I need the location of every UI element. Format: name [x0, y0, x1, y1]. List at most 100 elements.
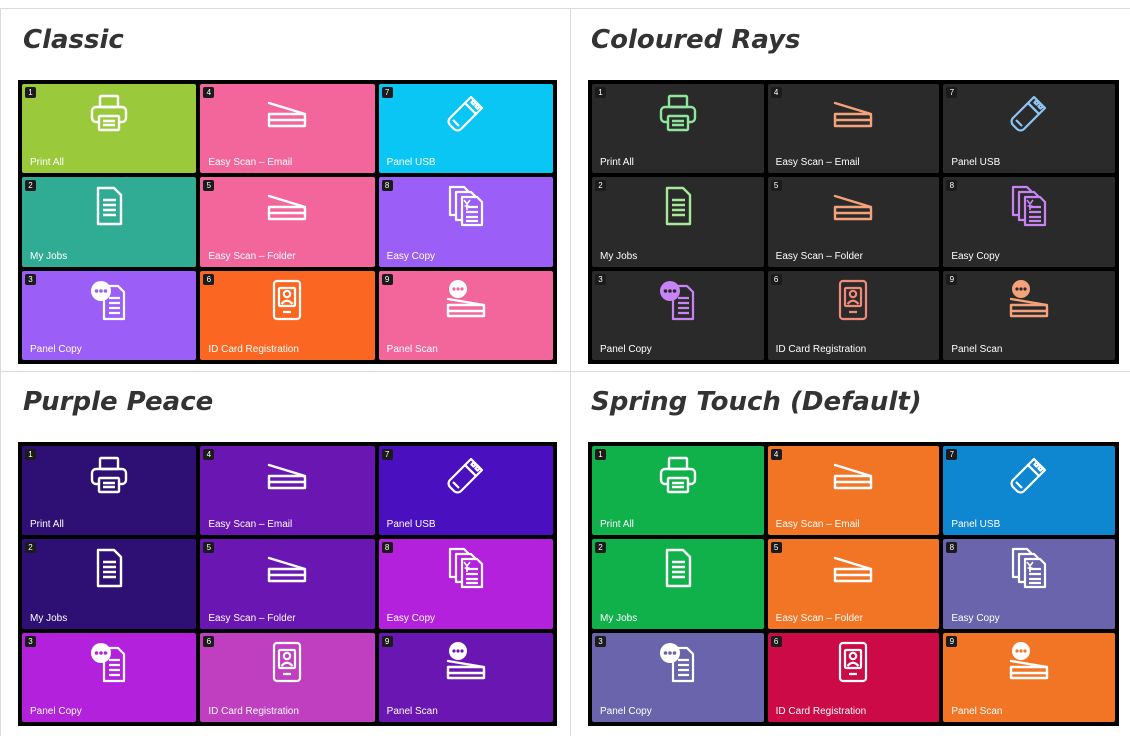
app-tile[interactable]: 2 My Jobs [592, 177, 764, 267]
tile-number-badge: 2 [595, 542, 606, 554]
tile-label: Print All [30, 519, 64, 531]
copy-icon [444, 184, 488, 228]
theme-title: Spring Touch (Default) [591, 387, 922, 417]
theme-cell: Spring Touch (Default) 1 Print All 2 My Job… [570, 371, 1130, 736]
tile-number-badge: 3 [595, 635, 606, 647]
tile-number-badge: 5 [203, 180, 215, 192]
app-tile[interactable]: 5 Easy Scan – Folder [767, 177, 940, 267]
theme-title: Classic [23, 25, 124, 55]
app-tile[interactable]: 2 My Jobs [22, 539, 197, 629]
tile-label: Panel Scan [386, 344, 438, 355]
document-icon [656, 546, 700, 590]
app-tile[interactable]: 9 Panel Scan [378, 632, 553, 722]
id-card-icon [831, 640, 875, 684]
tile-number-badge: 7 [946, 87, 958, 98]
app-tile[interactable]: 6 ID Card Registration [200, 270, 375, 360]
app-tile[interactable]: 9 Panel Scan [943, 270, 1115, 360]
copy-icon [1007, 184, 1051, 228]
scanner-icon [265, 91, 309, 135]
tile-panel: 1 Print All 2 My Jobs 3 Panel Copy 4 Easy Scan … [18, 442, 557, 726]
tile-panel: 1 Print All 2 My Jobs 3 Panel Copy 4 Easy Scan … [588, 80, 1119, 364]
theme-cell: Classic 1 Print All 2 My Jobs 3 Panel Copy 4 Ea… [0, 8, 571, 372]
printer-icon [87, 91, 131, 135]
app-tile[interactable]: 4 Easy Scan – Email [767, 446, 940, 536]
app-tile[interactable]: 7 Panel USB [378, 446, 553, 536]
tile-label: Easy Scan – Email [208, 519, 293, 531]
tile-label: Panel Copy [600, 706, 652, 717]
app-tile[interactable]: 3 Panel Copy [22, 632, 197, 722]
tile-label: Panel Copy [600, 344, 652, 355]
app-tile[interactable]: 9 Panel Scan [943, 632, 1115, 722]
document-icon [87, 546, 131, 590]
tile-label: Easy Copy [951, 250, 1000, 262]
app-tile[interactable]: 6 ID Card Registration [767, 632, 940, 722]
usb-icon [444, 453, 488, 497]
app-tile[interactable]: 8 Easy Copy [378, 177, 553, 267]
tile-label: Easy Scan – Folder [775, 612, 863, 624]
document-icon [656, 184, 700, 228]
tile-number-badge: 9 [946, 273, 958, 285]
tile-number-badge: 2 [25, 542, 36, 554]
app-tile[interactable]: 8 Easy Copy [943, 539, 1115, 629]
tile-label: Easy Copy [386, 612, 436, 624]
tile-number-badge: 2 [25, 180, 36, 192]
app-tile[interactable]: 3 Panel Copy [592, 270, 764, 360]
theme-title: Coloured Rays [591, 25, 801, 55]
tile-number-badge: 4 [770, 87, 782, 98]
app-tile[interactable]: 7 Panel USB [943, 84, 1115, 174]
tile-number-badge: 9 [381, 273, 393, 285]
app-tile[interactable]: 2 My Jobs [22, 177, 197, 267]
app-tile[interactable]: 8 Easy Copy [378, 539, 553, 629]
app-tile[interactable]: 1 Print All [22, 446, 197, 536]
app-tile[interactable]: 8 Easy Copy [943, 177, 1115, 267]
tile-label: Panel USB [951, 157, 1001, 169]
tile-label: My Jobs [600, 250, 638, 262]
app-tile[interactable]: 7 Panel USB [378, 84, 553, 174]
id-card-icon [265, 640, 309, 684]
app-tile[interactable]: 1 Print All [592, 446, 764, 536]
tile-number-badge: 1 [595, 449, 606, 460]
tile-number-badge: 7 [946, 449, 958, 460]
tile-label: ID Card Registration [775, 706, 867, 717]
app-tile[interactable]: 5 Easy Scan – Folder [200, 539, 375, 629]
chat-document-icon [87, 278, 131, 322]
theme-cell: Purple Peace 1 Print All 2 My Jobs 3 Panel Co… [0, 371, 571, 736]
app-tile[interactable]: 1 Print All [592, 84, 764, 174]
tile-number-badge: 6 [203, 635, 215, 647]
scanner-icon [831, 453, 875, 497]
app-tile[interactable]: 5 Easy Scan – Folder [200, 177, 375, 267]
usb-icon [444, 91, 488, 135]
app-tile[interactable]: 3 Panel Copy [592, 632, 764, 722]
app-tile[interactable]: 3 Panel Copy [22, 270, 197, 360]
app-tile[interactable]: 4 Easy Scan – Email [200, 84, 375, 174]
tile-label: Panel USB [951, 519, 1001, 531]
tile-number-badge: 9 [946, 635, 958, 647]
tile-number-badge: 5 [203, 542, 215, 554]
tile-number-badge: 8 [381, 180, 393, 192]
scanner-icon [265, 546, 309, 590]
tile-number-badge: 4 [770, 449, 782, 460]
theme-comparison-table: Classic 1 Print All 2 My Jobs 3 Panel Copy 4 Ea… [0, 0, 1130, 736]
app-tile[interactable]: 2 My Jobs [592, 539, 764, 629]
tile-number-badge: 1 [25, 449, 36, 460]
tile-label: Print All [30, 157, 64, 169]
app-tile[interactable]: 4 Easy Scan – Email [200, 446, 375, 536]
app-tile[interactable]: 7 Panel USB [943, 446, 1115, 536]
id-card-icon [831, 278, 875, 322]
tile-number-badge: 6 [203, 273, 215, 285]
tile-label: ID Card Registration [208, 706, 299, 717]
tile-label: Easy Scan – Folder [775, 250, 863, 262]
app-tile[interactable]: 4 Easy Scan – Email [767, 84, 940, 174]
usb-icon [1007, 91, 1051, 135]
tile-label: Panel USB [386, 519, 436, 531]
app-tile[interactable]: 5 Easy Scan – Folder [767, 539, 940, 629]
app-tile[interactable]: 1 Print All [22, 84, 197, 174]
theme-cell: Coloured Rays 1 Print All 2 My Jobs 3 Panel C… [570, 8, 1130, 372]
tile-number-badge: 5 [770, 180, 782, 192]
app-tile[interactable]: 9 Panel Scan [378, 270, 553, 360]
app-tile[interactable]: 6 ID Card Registration [767, 270, 940, 360]
scanner-icon [265, 184, 309, 228]
app-tile[interactable]: 6 ID Card Registration [200, 632, 375, 722]
chat-scanner-icon [444, 278, 488, 322]
scanner-icon [831, 546, 875, 590]
